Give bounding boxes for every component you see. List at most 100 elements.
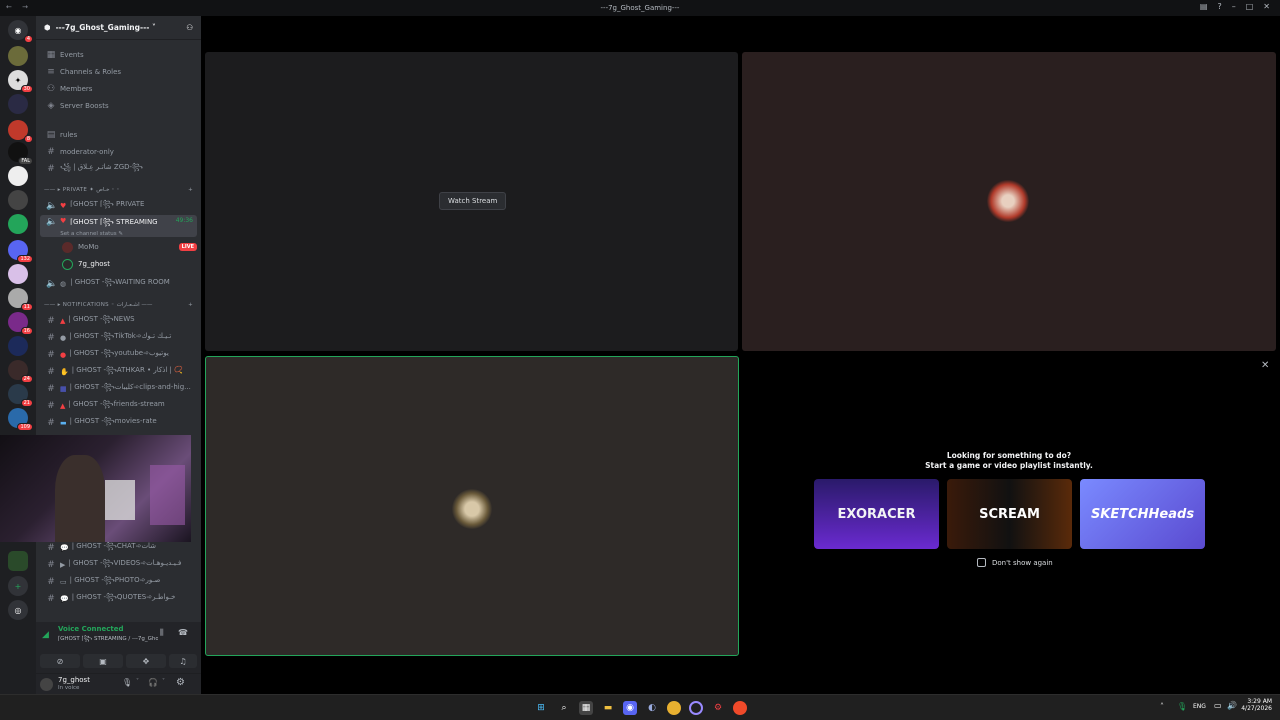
server-icon[interactable] — [8, 214, 28, 234]
inbox-icon[interactable]: ▤ — [1200, 2, 1208, 11]
search-icon[interactable]: ⌕ — [557, 701, 571, 715]
steam-icon[interactable]: ◐ — [645, 701, 659, 715]
checkbox[interactable] — [977, 558, 986, 567]
help-icon[interactable]: ? — [1217, 2, 1221, 11]
channel-item[interactable]: # ● | GHOST -꧂TikTok➾تـيـك تـوك — [40, 330, 197, 346]
disconnect-icon[interactable]: ☎ — [178, 628, 188, 637]
back-forward-nav[interactable]: ← → — [6, 3, 32, 11]
channel-moderator-only[interactable]: # moderator-only — [40, 144, 197, 160]
server-icon[interactable]: 21 — [8, 384, 33, 407]
chevron-down-icon[interactable]: ˅ — [162, 678, 165, 685]
server-icon[interactable] — [8, 264, 28, 284]
server-header[interactable]: ⬢ ---7g_Ghost_Gaming--- ˅ ⚇ — [36, 16, 201, 40]
nav-events[interactable]: ▦ Events — [40, 47, 197, 63]
close-activity-button[interactable]: ✕ — [1261, 360, 1269, 371]
server-icon[interactable]: 132 — [8, 240, 33, 263]
youtube-icon: ● — [60, 351, 67, 359]
obs-icon[interactable] — [689, 701, 703, 715]
channel-item[interactable]: # ▶ | GHOST -꧂VIDEOS➾فـيـديـوهـات — [40, 557, 197, 573]
discord-home-icon[interactable]: ◉ 4 — [8, 20, 33, 43]
channel-item[interactable]: # ▲ | GHOST -꧂NEWS — [40, 313, 197, 329]
stream-tile[interactable]: Watch Stream — [205, 52, 738, 351]
nav-server-boosts[interactable]: ◈ Server Boosts — [40, 98, 197, 114]
volume-icon[interactable]: 🔊 — [1227, 701, 1237, 710]
voice-member[interactable]: 7g_ghost — [56, 256, 197, 272]
server-icon[interactable]: FAL — [8, 142, 33, 165]
category-private[interactable]: —— ▸ PRIVATE ✦ خـاص ◦ ◦ + — [40, 187, 197, 193]
server-icon[interactable] — [8, 551, 28, 571]
voice-channel-link[interactable]: ⌈GHOST ⌈꧂ STREAMING / ---7g_Ghost... — [58, 635, 158, 646]
channel-item[interactable]: # 💬 | GHOST -꧂CHAT➾شات — [40, 540, 197, 556]
tray-chevron-icon[interactable]: ˄ — [1160, 702, 1164, 711]
channel-item[interactable]: # 💬 | GHOST -꧂QUOTES➾خـواطـر — [40, 591, 197, 607]
dont-show-again[interactable]: Don't show again — [977, 558, 1053, 567]
activities-button[interactable]: ✥ — [126, 654, 166, 668]
camera-off-button[interactable]: ⊘ — [40, 654, 80, 668]
server-icon[interactable] — [8, 166, 28, 186]
server-icon[interactable]: 8 — [8, 120, 33, 143]
channel-item[interactable]: # ▦ | GHOST -꧂كليبات➾clips-and-hig... — [40, 381, 197, 397]
activity-card-sketchheads[interactable]: SKETCHHeads — [1080, 479, 1205, 549]
mic-tray-icon[interactable]: 🎙 — [1177, 702, 1187, 711]
server-icon[interactable] — [8, 94, 28, 114]
nav-channels-roles[interactable]: ≡ Channels & Roles — [40, 64, 197, 80]
add-server-icon[interactable]: + — [8, 576, 28, 596]
voice-channel-private[interactable]: 🔈 ♥ ⌈GHOST ⌈꧂ PRIVATE — [40, 198, 197, 214]
webcam-overlay[interactable] — [0, 435, 191, 542]
minimize-button[interactable]: – — [1232, 2, 1236, 11]
nav-members[interactable]: ⚇ Members — [40, 81, 197, 97]
network-icon[interactable]: ▭ — [1214, 701, 1222, 710]
avatar — [62, 241, 73, 253]
clock[interactable]: 3:29 AM 4/27/2026 — [1240, 698, 1272, 712]
live-badge: LIVE — [178, 243, 197, 251]
file-explorer-icon[interactable]: ▬ — [601, 701, 615, 715]
microphone-icon[interactable]: 🎙 — [122, 678, 132, 687]
channel-item[interactable]: # ▭ | GHOST -꧂PHOTO➾صـور — [40, 574, 197, 590]
maximize-button[interactable]: □ — [1246, 2, 1254, 11]
voice-channel-streaming[interactable]: 🔈 ♥ ⌈GHOST ⌈꧂ STREAMING Set a channel st… — [40, 215, 197, 237]
channel-item[interactable]: # ● | GHOST -꧂youtube➾يوتيوب — [40, 347, 197, 363]
server-icon[interactable]: 11 — [8, 288, 33, 311]
channel-item[interactable]: # ▬ | GHOST -꧂movies-rate — [40, 415, 197, 431]
app-icon[interactable] — [733, 701, 747, 715]
activity-card-scream[interactable]: SCREAM — [947, 479, 1072, 549]
server-icon[interactable] — [8, 190, 28, 210]
headphones-icon[interactable]: 🎧 — [148, 678, 158, 687]
server-icon[interactable]: 24 — [8, 360, 33, 383]
channel-rules[interactable]: ▤ rules — [40, 127, 197, 143]
server-icon[interactable]: ✦ 30 — [8, 70, 33, 93]
channel-item[interactable]: # ▲ | GHOST -꧂friends-stream — [40, 398, 197, 414]
language-indicator[interactable]: ENG — [1193, 703, 1206, 710]
badge: 21 — [20, 399, 33, 407]
settings-gear-icon[interactable]: ⚙ — [176, 677, 185, 688]
start-icon[interactable]: ⊞ — [534, 701, 548, 715]
avatar[interactable] — [40, 678, 53, 691]
add-channel-icon[interactable]: + — [188, 187, 193, 193]
participant-tile-speaking[interactable] — [205, 356, 739, 656]
voice-channel-waiting-room[interactable]: 🔈 ◍ | GHOST -꧂WAITING ROOM — [40, 276, 197, 292]
chevron-down-icon[interactable]: ˅ — [136, 678, 139, 685]
channel-item[interactable]: # ꧁ | شاتـر عِـلاق ZGD-꧂ — [40, 161, 197, 177]
channel-status-link[interactable]: Set a channel status ✎ — [60, 231, 157, 237]
close-window-button[interactable]: ✕ — [1263, 2, 1270, 11]
category-notifications[interactable]: —— ▸ NOTIFICATIONS ◦ اشـعـارات —— + — [40, 302, 197, 308]
discord-taskbar-icon[interactable]: ◉ — [623, 701, 637, 715]
add-channel-icon[interactable]: + — [188, 302, 193, 308]
watch-stream-button[interactable]: Watch Stream — [439, 192, 507, 210]
server-icon[interactable] — [8, 336, 28, 356]
server-icon[interactable] — [8, 46, 28, 66]
noise-suppression-icon[interactable]: ⫼ — [160, 628, 164, 638]
invite-icon[interactable]: ⚇ — [186, 23, 193, 32]
chrome-icon[interactable] — [667, 701, 681, 715]
channel-item[interactable]: # ✋ | GHOST -꧂ATHKAR • اذكار | 📿 — [40, 364, 197, 380]
server-icon[interactable]: 109 — [8, 408, 33, 431]
participant-tile[interactable] — [742, 52, 1276, 351]
server-icon[interactable]: 16 — [8, 312, 33, 335]
app-icon[interactable]: ⚙ — [711, 701, 725, 715]
discover-icon[interactable]: ◎ — [8, 600, 28, 620]
share-screen-button[interactable]: ▣ — [83, 654, 123, 668]
activity-card-exoracer[interactable]: EXORACER — [814, 479, 939, 549]
soundboard-button[interactable]: ♫ — [169, 654, 197, 668]
taskview-icon[interactable]: ▦ — [579, 701, 593, 715]
voice-member[interactable]: MoMo LIVE — [56, 239, 197, 255]
